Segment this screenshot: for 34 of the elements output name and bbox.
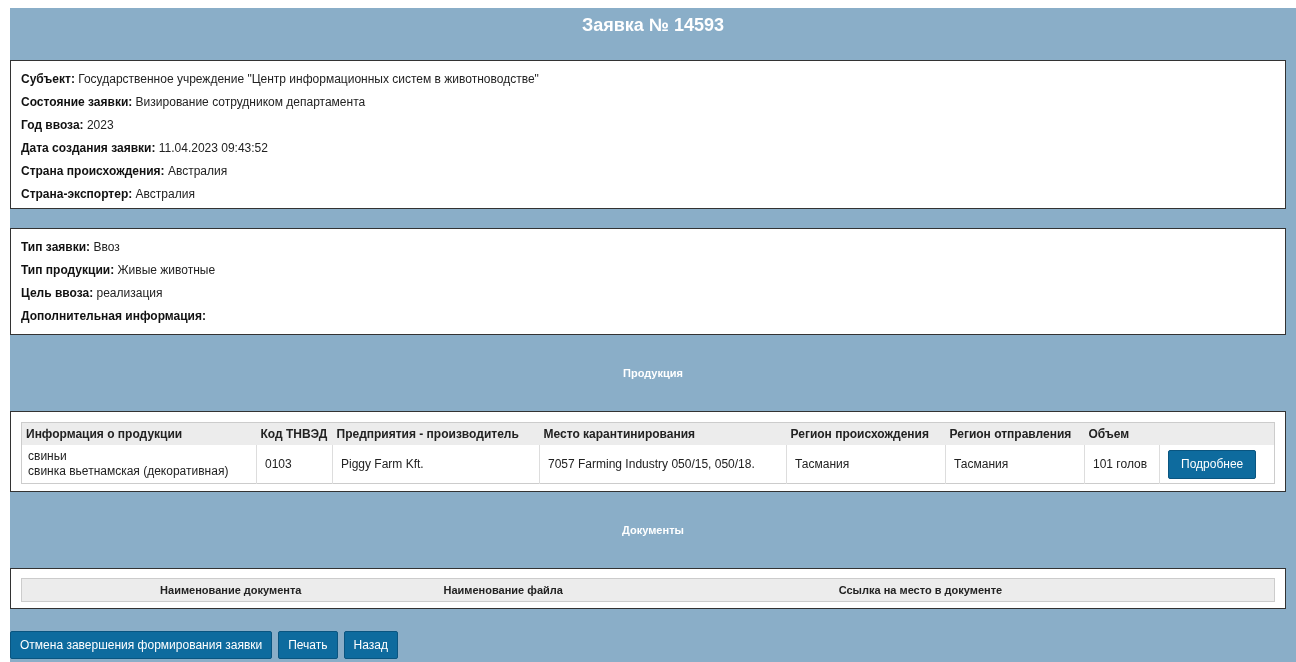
info-line: Год ввоза: 2023 xyxy=(21,117,115,134)
section-heading: Документы xyxy=(621,523,685,538)
table-cell: свиньи свинка вьетнамская (декоративная) xyxy=(21,445,257,484)
action-button[interactable]: Отмена завершения формирования заявки xyxy=(10,631,273,659)
info-line: Дополнительная информация: xyxy=(21,308,207,325)
action-button[interactable]: Печать xyxy=(278,631,338,659)
info-line: Цель ввоза: реализация xyxy=(21,285,164,302)
info-line: Субъект: Государственное учреждение "Центр информационных систем в животноводстве" xyxy=(21,71,540,88)
table-cell: 101 голов xyxy=(1084,445,1160,484)
column-header: Наименование документа xyxy=(21,578,440,602)
table-cell: Piggy Farm Kft. xyxy=(332,445,540,484)
column-header: Регион происхождения xyxy=(786,422,946,445)
column-header: Предприятия - производитель xyxy=(332,422,540,445)
section-heading: Продукция xyxy=(622,366,684,381)
info-line: Дата создания заявки: 11.04.2023 09:43:52 xyxy=(21,140,269,157)
column-header: Наименование файла xyxy=(439,578,567,602)
info-line: Страна происхождения: Австралия xyxy=(21,163,229,180)
table-cell: Тасмания xyxy=(786,445,946,484)
info-line: Тип заявки: Ввоз xyxy=(21,239,121,256)
column-header: Регион отправления xyxy=(945,422,1085,445)
info-line: Состояние заявки: Визирование сотрудником департамента xyxy=(21,94,367,111)
column-header: Ссылка на место в документе xyxy=(566,578,1275,602)
page-title: Заявка № 14593 xyxy=(581,14,725,36)
table-cell: Тасмания xyxy=(945,445,1085,484)
info-line: Тип продукции: Живые животные xyxy=(21,262,217,279)
column-header: Код ТНВЭД xyxy=(256,422,333,445)
table-cell: 0103 xyxy=(256,445,333,484)
table-cell: 7057 Farming Industry 050/15, 050/18. xyxy=(539,445,787,484)
info-line: Страна-экспортер: Австралия xyxy=(21,186,196,203)
action-button[interactable]: Назад xyxy=(343,631,398,659)
details-button[interactable]: Подробнее xyxy=(1168,449,1257,479)
column-header: Объем xyxy=(1084,422,1160,445)
column-header: Информация о продукции xyxy=(21,422,257,445)
column-header: Место карантинирования xyxy=(539,422,787,445)
